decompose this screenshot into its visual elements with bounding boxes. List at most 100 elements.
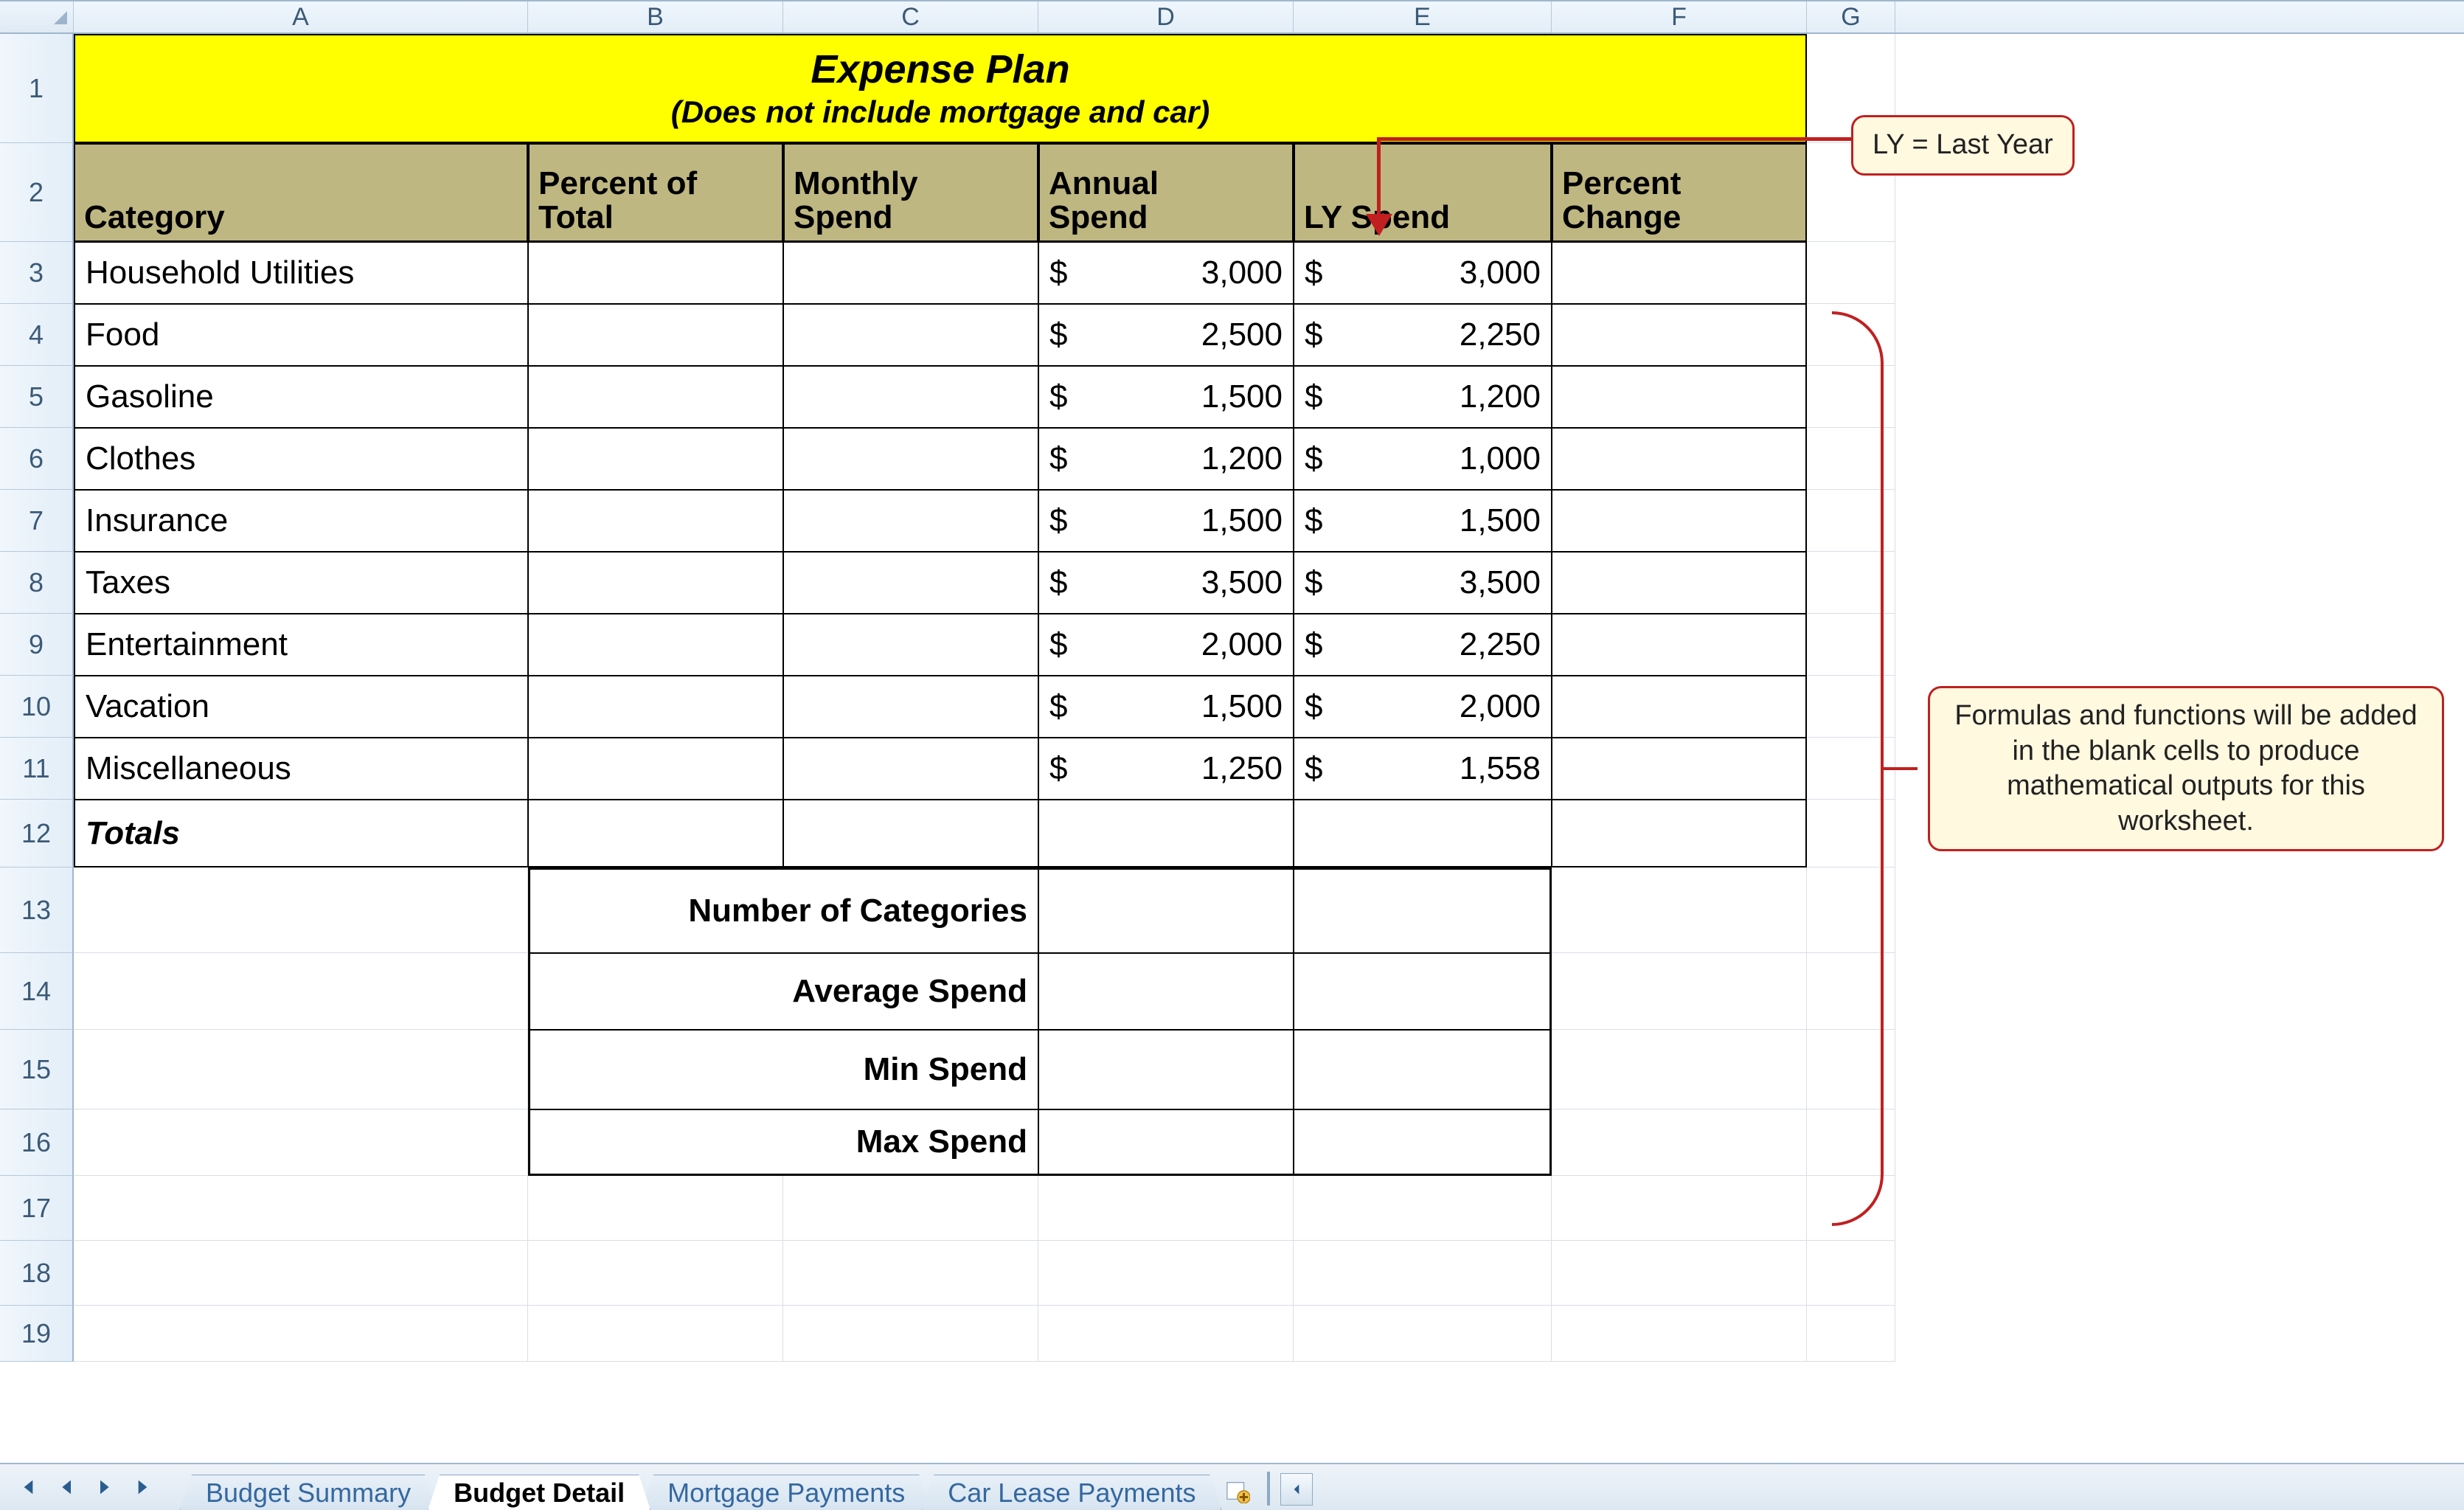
stat-num-categories-e[interactable] — [1294, 867, 1552, 953]
cell-percent-of-total[interactable] — [528, 304, 783, 366]
cell-monthly-spend[interactable] — [783, 738, 1038, 800]
cell-monthly-spend[interactable] — [783, 552, 1038, 614]
cell-annual-spend[interactable]: $1,200 — [1038, 428, 1294, 490]
cell-category[interactable]: Vacation — [74, 676, 528, 738]
cell-monthly-spend[interactable] — [783, 676, 1038, 738]
cell-percent-of-total[interactable] — [528, 676, 783, 738]
row-header-6[interactable]: 6 — [0, 428, 74, 490]
cell-blank[interactable] — [74, 1241, 528, 1306]
cell-blank[interactable] — [74, 1306, 528, 1362]
cell-category[interactable]: Clothes — [74, 428, 528, 490]
stat-min-spend-e[interactable] — [1294, 1030, 1552, 1109]
tab-nav-next[interactable] — [87, 1469, 124, 1506]
stat-max-spend-label-cell[interactable]: Max Spend — [528, 1109, 1038, 1176]
header-percent-change[interactable]: PercentChange — [1552, 143, 1807, 242]
cell-blank[interactable] — [74, 1176, 528, 1241]
row-header-9[interactable]: 9 — [0, 614, 74, 676]
cell-blank[interactable] — [1294, 1176, 1552, 1241]
header-annual-spend[interactable]: AnnualSpend — [1038, 143, 1294, 242]
row-header-8[interactable]: 8 — [0, 552, 74, 614]
cell-percent-change[interactable] — [1552, 552, 1807, 614]
row-header-19[interactable]: 19 — [0, 1306, 74, 1362]
cell-blank[interactable] — [1038, 1176, 1294, 1241]
row-header-1[interactable]: 1 — [0, 34, 74, 143]
row-header-14[interactable]: 14 — [0, 953, 74, 1030]
sheet-tab-budget-summary[interactable]: Budget Summary — [180, 1475, 437, 1510]
header-category[interactable]: Category — [74, 143, 528, 242]
row-header-15[interactable]: 15 — [0, 1030, 74, 1109]
cell-blank[interactable] — [528, 1241, 783, 1306]
column-header-A[interactable]: A — [74, 1, 528, 32]
header-percent-of-total[interactable]: Percent ofTotal — [528, 143, 783, 242]
cell-annual-spend[interactable]: $3,500 — [1038, 552, 1294, 614]
cell-blank[interactable] — [1038, 1241, 1294, 1306]
cell-ly-spend[interactable]: $2,250 — [1294, 614, 1552, 676]
cell-annual-spend[interactable]: $3,000 — [1038, 242, 1294, 304]
cell-category[interactable]: Household Utilities — [74, 242, 528, 304]
cell-percent-change[interactable] — [1552, 304, 1807, 366]
cell-blank[interactable] — [783, 1176, 1038, 1241]
cell-totals-5[interactable] — [1552, 800, 1807, 867]
header-monthly-spend[interactable]: MonthlySpend — [783, 143, 1038, 242]
cell-ly-spend[interactable]: $1,500 — [1294, 490, 1552, 552]
cell-ly-spend[interactable]: $1,558 — [1294, 738, 1552, 800]
cell-percent-of-total[interactable] — [528, 738, 783, 800]
tab-nav-last[interactable] — [127, 1469, 164, 1506]
cell-blank[interactable] — [1294, 1241, 1552, 1306]
stat-average-spend-e[interactable] — [1294, 953, 1552, 1030]
cell-annual-spend[interactable]: $1,500 — [1038, 366, 1294, 428]
cell-ly-spend[interactable]: $1,200 — [1294, 366, 1552, 428]
cell-monthly-spend[interactable] — [783, 428, 1038, 490]
stat-min-spend-d[interactable] — [1038, 1030, 1294, 1109]
cell-totals-1[interactable] — [528, 800, 783, 867]
row-header-18[interactable]: 18 — [0, 1241, 74, 1306]
cell-blank[interactable] — [1552, 1306, 1807, 1362]
cell-annual-spend[interactable]: $2,500 — [1038, 304, 1294, 366]
column-header-G[interactable]: G — [1807, 1, 1895, 32]
cell-blank[interactable] — [1294, 1306, 1552, 1362]
cell-totals-2[interactable] — [783, 800, 1038, 867]
cell-percent-of-total[interactable] — [528, 366, 783, 428]
sheet-tab-mortgage-payments[interactable]: Mortgage Payments — [642, 1475, 931, 1510]
cell-blank[interactable] — [1038, 1306, 1294, 1362]
cell-percent-change[interactable] — [1552, 242, 1807, 304]
sheet-tab-budget-detail[interactable]: Budget Detail — [428, 1475, 650, 1510]
cell-percent-change[interactable] — [1552, 490, 1807, 552]
cell-annual-spend[interactable]: $1,500 — [1038, 490, 1294, 552]
cell-annual-spend[interactable]: $1,500 — [1038, 676, 1294, 738]
cell-totals-3[interactable] — [1038, 800, 1294, 867]
cell-percent-change[interactable] — [1552, 614, 1807, 676]
cell-blank[interactable] — [528, 1306, 783, 1362]
cell-monthly-spend[interactable] — [783, 614, 1038, 676]
stat-min-spend-label-cell[interactable]: Min Spend — [528, 1030, 1038, 1109]
cell-percent-change[interactable] — [1552, 738, 1807, 800]
cell-percent-of-total[interactable] — [528, 490, 783, 552]
cell-ly-spend[interactable]: $3,000 — [1294, 242, 1552, 304]
cell-totals-label[interactable]: Totals — [74, 800, 528, 867]
select-all-corner[interactable] — [0, 1, 74, 32]
cell-blank[interactable] — [783, 1241, 1038, 1306]
column-header-D[interactable]: D — [1038, 1, 1294, 32]
cell-annual-spend[interactable]: $1,250 — [1038, 738, 1294, 800]
tab-splitter[interactable] — [1267, 1472, 1270, 1506]
cell-percent-of-total[interactable] — [528, 614, 783, 676]
column-header-B[interactable]: B — [528, 1, 783, 32]
stat-max-spend-d[interactable] — [1038, 1109, 1294, 1176]
stat-average-spend-label-cell[interactable]: Average Spend — [528, 953, 1038, 1030]
stat-num-categories-d[interactable] — [1038, 867, 1294, 953]
cell-category[interactable]: Miscellaneous — [74, 738, 528, 800]
row-header-2[interactable]: 2 — [0, 143, 74, 242]
cell-annual-spend[interactable]: $2,000 — [1038, 614, 1294, 676]
cell-category[interactable]: Gasoline — [74, 366, 528, 428]
row-header-13[interactable]: 13 — [0, 867, 74, 953]
sheet-tab-car-lease-payments[interactable]: Car Lease Payments — [922, 1475, 1221, 1510]
row-header-16[interactable]: 16 — [0, 1109, 74, 1176]
cell-category[interactable]: Taxes — [74, 552, 528, 614]
cell-percent-change[interactable] — [1552, 428, 1807, 490]
column-header-E[interactable]: E — [1294, 1, 1552, 32]
cell-ly-spend[interactable]: $2,250 — [1294, 304, 1552, 366]
cell-category[interactable]: Food — [74, 304, 528, 366]
column-header-C[interactable]: C — [783, 1, 1038, 32]
stat-num-categories-label-cell[interactable]: Number of Categories — [528, 867, 1038, 953]
hscroll-left[interactable] — [1280, 1473, 1313, 1506]
